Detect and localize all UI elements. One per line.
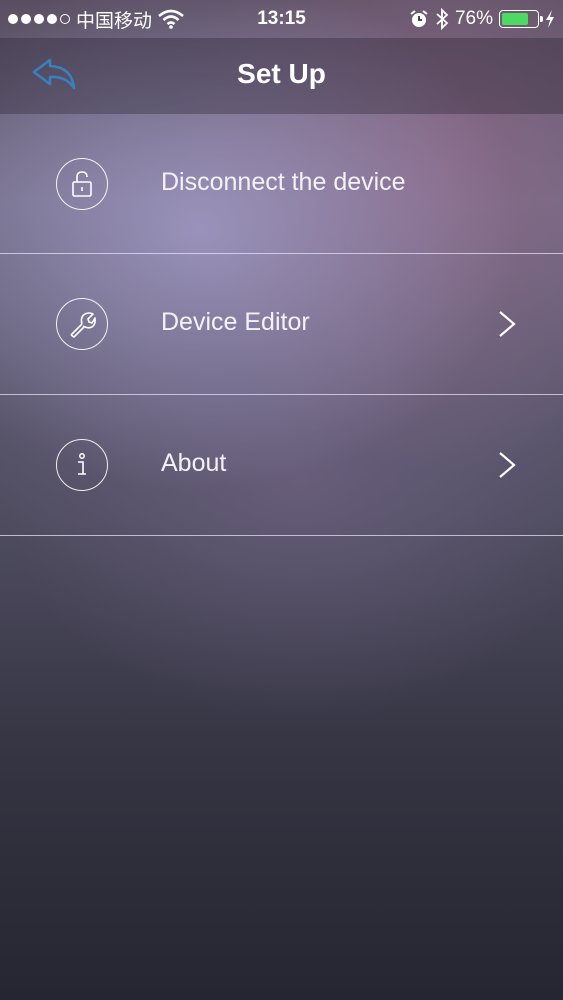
menu-item-about[interactable]: About [0, 395, 563, 536]
bluetooth-icon [436, 8, 449, 30]
carrier-name: 中国移动 [76, 10, 153, 32]
info-icon [56, 439, 108, 491]
wrench-icon [56, 298, 108, 350]
battery-percent: 76% [454, 8, 493, 29]
chevron-right-icon [499, 452, 516, 478]
page-title: Set Up [237, 58, 326, 89]
battery-level [502, 13, 528, 25]
status-right: 76% [409, 0, 555, 38]
status-bar: 中国移动 13:15 76% [0, 0, 563, 38]
unlock-icon [56, 158, 108, 210]
settings-menu: Disconnect the device Device Editor Abou… [0, 114, 563, 536]
menu-item-label: About [161, 449, 227, 477]
signal-strength-icon [8, 14, 70, 24]
menu-item-label: Device Editor [161, 308, 310, 336]
menu-item-device-editor[interactable]: Device Editor [0, 254, 563, 395]
navigation-bar: Set Up [0, 38, 563, 114]
status-left: 中国移动 [8, 0, 184, 38]
alarm-icon [410, 10, 428, 27]
menu-item-label: Disconnect the device [161, 168, 406, 196]
charging-icon [546, 10, 554, 28]
menu-item-disconnect[interactable]: Disconnect the device [0, 114, 563, 254]
battery-icon [499, 10, 543, 28]
wifi-icon [158, 9, 184, 29]
chevron-right-icon [499, 311, 516, 337]
